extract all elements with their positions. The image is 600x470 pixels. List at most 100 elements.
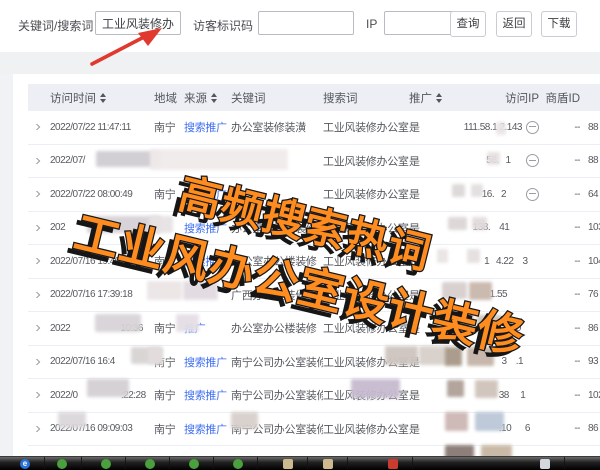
ie-browser-icon[interactable]: e <box>20 459 30 469</box>
cell-promo: 是 <box>409 387 451 403</box>
cell-search-term: 工业风装修办公室 <box>323 253 409 269</box>
cell-region: 南宁 <box>154 119 184 135</box>
cell-expand[interactable] <box>28 292 50 298</box>
keyword-filter-input[interactable] <box>95 11 181 35</box>
cell-expand[interactable] <box>28 258 50 264</box>
source-link[interactable]: 搜索推广 <box>184 387 227 403</box>
ip-value: 1 4.22 3 <box>484 256 539 267</box>
cell-region: 南宁 <box>154 186 184 202</box>
source-link[interactable]: 搜索推广 <box>184 220 227 236</box>
sort-caret-icon[interactable] <box>211 93 217 103</box>
green-app-icon[interactable] <box>57 459 67 469</box>
cell-source[interactable]: 搜索推广 <box>184 387 231 403</box>
cell-promo: 是 <box>409 186 451 202</box>
privacy-blur-patch <box>147 281 182 300</box>
col-header-time[interactable]: 访问时间 <box>50 90 154 106</box>
chevron-right-icon[interactable] <box>32 392 40 398</box>
cell-shield-id: -- <box>543 122 588 133</box>
source-link[interactable]: 搜索推广 <box>184 186 227 202</box>
red-app-icon[interactable] <box>388 459 398 469</box>
ip-value: 111.58.1 2.143 <box>464 122 522 133</box>
green-app-icon[interactable] <box>233 459 243 469</box>
col-header-label: 关键词 <box>231 90 266 106</box>
col-header-label: 商盾ID <box>546 90 581 106</box>
taskbar-separator <box>125 457 126 470</box>
sort-caret-icon[interactable] <box>100 93 106 103</box>
back-button[interactable]: 返回 <box>496 11 532 37</box>
windows-taskbar[interactable]: e <box>0 456 600 470</box>
cell-source[interactable]: 搜索推广 <box>184 354 231 370</box>
query-button[interactable]: 查询 <box>450 11 486 37</box>
cell-visit-time: 2022/07/22 08:00:49 <box>50 189 154 200</box>
cell-source[interactable]: 搜索推广 <box>184 421 231 437</box>
chevron-right-icon[interactable] <box>32 359 40 365</box>
col-header-label: 地域 <box>154 90 177 106</box>
cell-keyword: 办公室办公楼装修 <box>231 320 323 336</box>
green-app-icon[interactable] <box>145 459 155 469</box>
privacy-blur-patch <box>351 379 400 398</box>
chevron-right-icon[interactable] <box>32 158 40 164</box>
chevron-right-icon[interactable] <box>32 191 40 197</box>
cell-expand[interactable] <box>28 392 50 398</box>
chevron-right-icon[interactable] <box>32 124 40 130</box>
search-analytics-page: 关键词/搜索词 访客标识码 IP 查询 返回 下载 访问时间地域来源关键词搜索词… <box>0 0 600 470</box>
taskbar-separator <box>347 457 348 470</box>
chevron-right-icon[interactable] <box>32 325 40 331</box>
privacy-blur-patch <box>467 249 480 263</box>
cell-expand[interactable] <box>28 191 50 197</box>
cell-source[interactable]: 搜索推广 <box>184 253 231 269</box>
block-ip-icon[interactable] <box>526 154 539 167</box>
col-header-promo[interactable]: 推广 <box>409 90 451 106</box>
cell-shield-id: -- <box>543 323 588 334</box>
source-link[interactable]: 搜索推广 <box>184 253 227 269</box>
visitor-id-input[interactable] <box>258 11 354 35</box>
table-row[interactable]: 2022/07/16 16:4南宁搜索推广南宁公司办公室装修工业风装修办公室是3… <box>28 346 600 380</box>
col-header-label: 推广 <box>409 90 432 106</box>
cell-source[interactable]: 搜索推广 <box>184 186 231 202</box>
cell-expand[interactable] <box>28 225 50 231</box>
privacy-blur-patch <box>148 347 163 364</box>
col-header-label: 访问IP <box>505 90 539 106</box>
cell-promo: 是 <box>409 119 451 135</box>
table-row[interactable]: 2022/07/16 17:39:18广西办公室装修工业风装修办公室是1.55 … <box>28 279 600 313</box>
cell-expand[interactable] <box>28 325 50 331</box>
source-link[interactable]: 搜索推广 <box>184 119 227 135</box>
cell-source[interactable]: 搜索推广 <box>184 119 231 135</box>
table-row[interactable]: 2022/07/22 08:00:49南宁搜索推广工业风装修办公室是16. 2 … <box>28 178 600 212</box>
download-button[interactable]: 下载 <box>541 11 577 37</box>
block-ip-icon[interactable] <box>526 188 539 201</box>
cell-source[interactable]: 搜索推广 <box>184 220 231 236</box>
cell-shield-id: -- <box>543 423 588 434</box>
col-header-source[interactable]: 来源 <box>184 90 231 106</box>
chevron-right-icon[interactable] <box>32 225 40 231</box>
block-ip-icon[interactable] <box>526 121 539 134</box>
col-header-label: 搜索词 <box>323 90 358 106</box>
chevron-right-icon[interactable] <box>32 426 40 432</box>
folder-icon[interactable] <box>323 459 333 469</box>
chevron-right-icon[interactable] <box>32 292 40 298</box>
sort-caret-icon[interactable] <box>436 93 442 103</box>
cell-expand[interactable] <box>28 426 50 432</box>
cell-expand[interactable] <box>28 359 50 365</box>
cell-tail-id: 103 <box>588 222 600 233</box>
light-app-icon[interactable] <box>540 459 550 469</box>
folder-icon[interactable] <box>283 459 293 469</box>
table-row[interactable]: 2022/07/16 19:40:19南宁搜索推广办公室办公楼装修工业风装修办公… <box>28 245 600 279</box>
ip-value: 16. 2 <box>482 189 522 200</box>
table-row[interactable]: 2022/07/16 09:09:03南宁搜索推广南宁公司办公室装修工业风装修办… <box>28 413 600 447</box>
green-app-icon[interactable] <box>189 459 199 469</box>
cell-tail-id: 86 <box>588 423 600 434</box>
cell-expand[interactable] <box>28 124 50 130</box>
green-app-icon[interactable] <box>101 459 111 469</box>
source-link[interactable]: 搜索推广 <box>184 421 227 437</box>
cell-visit-ip: 3 .1 <box>451 356 543 367</box>
table-row[interactable]: 2022/07/22 11:47:11南宁搜索推广办公室装修装潢工业风装修办公室… <box>28 111 600 145</box>
cell-shield-id: -- <box>543 289 588 300</box>
privacy-blur-patch <box>477 315 502 334</box>
cell-promo: 是 <box>409 220 451 236</box>
cell-expand[interactable] <box>28 158 50 164</box>
col-header-keyword: 关键词 <box>231 90 323 106</box>
source-link[interactable]: 搜索推广 <box>184 354 227 370</box>
cell-shield-id: -- <box>543 390 588 401</box>
chevron-right-icon[interactable] <box>32 258 40 264</box>
